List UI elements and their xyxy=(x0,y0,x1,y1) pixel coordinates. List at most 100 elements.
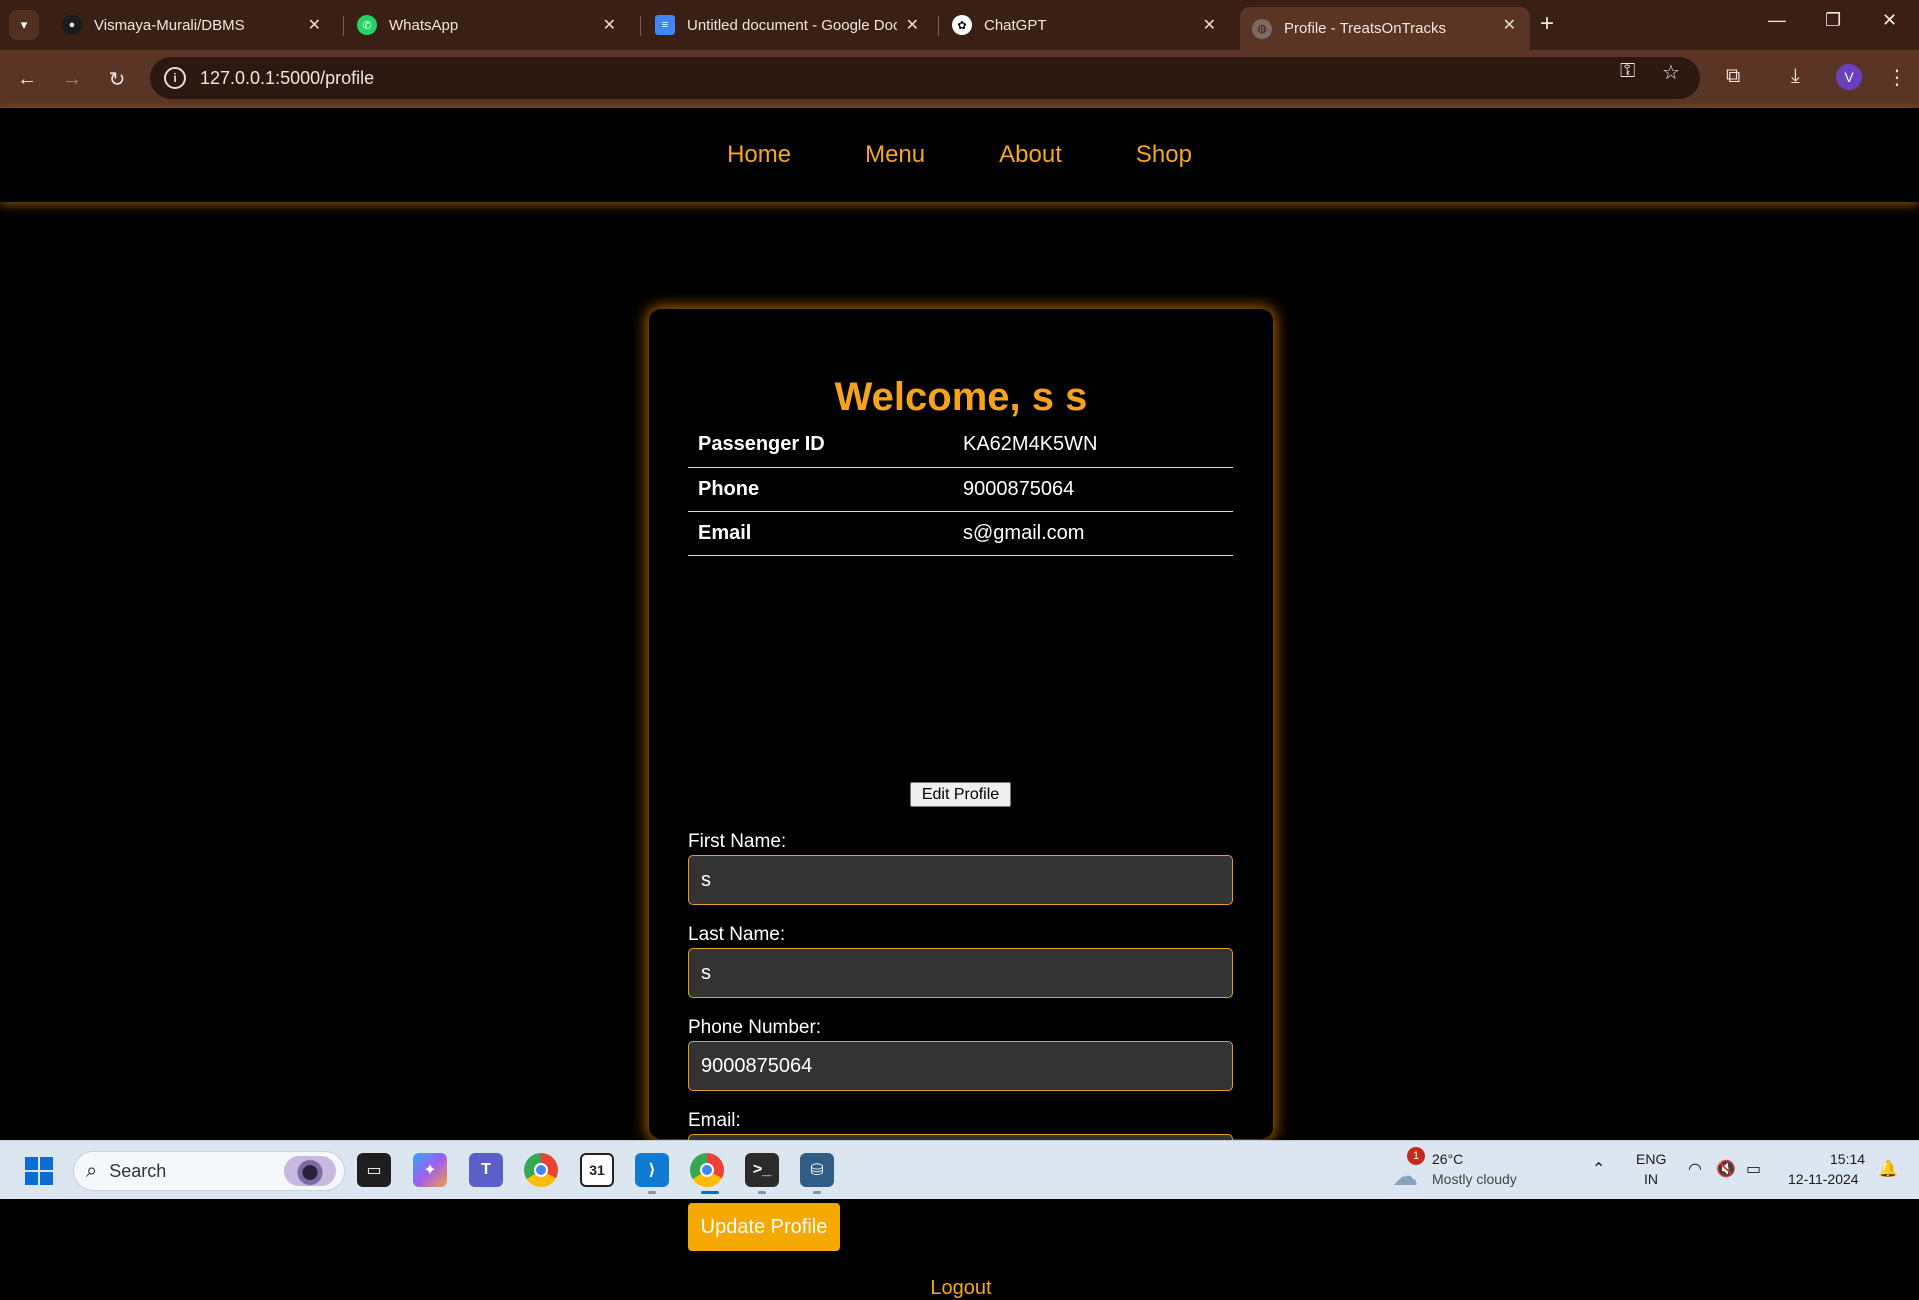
forward-arrow-icon[interactable]: → xyxy=(57,64,87,94)
chevron-up-icon[interactable]: ⌃ xyxy=(1592,1159,1605,1179)
terminal-icon[interactable]: >_ xyxy=(745,1153,779,1187)
running-indicator xyxy=(758,1191,766,1194)
info-label: Passenger ID xyxy=(688,423,953,468)
nav-about-link[interactable]: About xyxy=(999,141,1062,169)
clock-date[interactable]: 12-11-2024 xyxy=(1788,1171,1859,1187)
logout-link[interactable]: Logout xyxy=(649,1277,1273,1300)
profile-card: Welcome, s s Passenger ID KA62M4K5WN Pho… xyxy=(649,309,1273,1299)
tab-whatsapp[interactable]: ✆ WhatsApp ✕ xyxy=(345,7,630,43)
table-row: Email s@gmail.com xyxy=(688,511,1233,556)
update-profile-button[interactable]: Update Profile xyxy=(688,1203,840,1251)
tab-title: Vismaya-Murali/DBMS xyxy=(94,16,245,34)
search-placeholder: Search xyxy=(109,1160,167,1181)
tab-title: WhatsApp xyxy=(389,16,459,34)
last-name-field[interactable] xyxy=(688,948,1233,998)
restore-icon[interactable]: ❐ xyxy=(1825,10,1841,31)
tab-title: Untitled document - Google Docs xyxy=(687,16,897,34)
info-label: Email xyxy=(688,511,953,556)
taskbar-search-box[interactable]: ⌕ Search xyxy=(73,1151,345,1191)
tab-github[interactable]: ● Vismaya-Murali/DBMS ✕ xyxy=(50,7,335,43)
download-icon[interactable]: ⤓ xyxy=(1791,65,1800,88)
table-row: Passenger ID KA62M4K5WN xyxy=(688,423,1233,468)
language-primary[interactable]: ENG xyxy=(1636,1151,1666,1167)
task-view-icon[interactable]: ▭ xyxy=(357,1153,391,1187)
whatsapp-icon: ✆ xyxy=(357,15,377,35)
weather-temp[interactable]: 26°C xyxy=(1432,1151,1463,1167)
active-indicator xyxy=(701,1191,719,1194)
last-name-label: Last Name: xyxy=(688,924,786,945)
email-label: Email: xyxy=(688,1110,741,1131)
table-row: Phone 9000875064 xyxy=(688,467,1233,512)
language-secondary[interactable]: IN xyxy=(1644,1171,1658,1187)
copilot-icon[interactable]: ✦ xyxy=(413,1153,447,1187)
profile-info-table: Passenger ID KA62M4K5WN Phone 9000875064… xyxy=(688,423,1233,556)
weather-cloud-icon[interactable]: ☁ xyxy=(1392,1161,1418,1192)
google-docs-icon: ≡ xyxy=(655,15,675,35)
close-icon[interactable]: ✕ xyxy=(603,15,616,35)
star-icon[interactable]: ☆ xyxy=(1662,60,1680,85)
site-info-icon[interactable]: i xyxy=(164,67,186,89)
teams-icon[interactable]: T xyxy=(469,1153,503,1187)
weather-badge: 1 xyxy=(1407,1147,1425,1165)
weather-desc[interactable]: Mostly cloudy xyxy=(1432,1171,1517,1187)
tab-chatgpt[interactable]: ✿ ChatGPT ✕ xyxy=(940,7,1230,43)
taskbar: ⌕ Search ▭ ✦ T 31 ⟩ >_ ⛁ ☁ 1 26°C Mostly… xyxy=(0,1140,1919,1199)
info-value: KA62M4K5WN xyxy=(953,423,1233,468)
tab-divider xyxy=(640,16,641,36)
search-highlight-icon xyxy=(284,1156,336,1186)
calendar-icon[interactable]: 31 xyxy=(580,1153,614,1187)
vscode-icon[interactable]: ⟩ xyxy=(635,1153,669,1187)
close-icon[interactable]: ✕ xyxy=(308,15,321,35)
wifi-icon[interactable]: ◠ xyxy=(1688,1159,1702,1179)
back-arrow-icon[interactable]: ← xyxy=(12,64,42,94)
chrome-profile-icon[interactable] xyxy=(690,1153,724,1187)
minimize-icon[interactable]: — xyxy=(1768,10,1786,31)
address-bar[interactable]: i 127.0.0.1:5000/profile xyxy=(150,57,1700,99)
close-icon[interactable]: ✕ xyxy=(906,15,919,35)
browser-toolbar: ← → ↻ i 127.0.0.1:5000/profile ⚿ ☆ ⧉ ⤓ V… xyxy=(0,50,1919,108)
menu-kebab-icon[interactable]: ⋮ xyxy=(1887,65,1907,90)
tab-title: ChatGPT xyxy=(984,16,1047,34)
first-name-field[interactable] xyxy=(688,855,1233,905)
key-icon[interactable]: ⚿ xyxy=(1620,60,1635,83)
info-value: 9000875064 xyxy=(953,467,1233,512)
tab-profile[interactable]: ◍ Profile - TreatsOnTracks ✕ xyxy=(1240,7,1530,50)
clock-time[interactable]: 15:14 xyxy=(1830,1151,1865,1167)
phone-label: Phone Number: xyxy=(688,1017,822,1038)
tab-title: Profile - TreatsOnTracks xyxy=(1284,20,1446,37)
tab-divider xyxy=(343,16,344,36)
globe-icon: ◍ xyxy=(1252,18,1272,39)
search-icon: ⌕ xyxy=(86,1159,98,1182)
running-indicator xyxy=(813,1191,821,1194)
battery-icon[interactable]: ▭ xyxy=(1746,1159,1761,1179)
nav-shop-link[interactable]: Shop xyxy=(1136,141,1192,169)
github-icon: ● xyxy=(62,15,82,35)
info-label: Phone xyxy=(688,467,953,512)
chatgpt-icon: ✿ xyxy=(952,15,972,35)
nav-menu-link[interactable]: Menu xyxy=(865,141,925,169)
speaker-muted-icon[interactable]: 🔇 xyxy=(1716,1159,1736,1179)
first-name-label: First Name: xyxy=(688,831,787,852)
close-window-icon[interactable]: ✕ xyxy=(1882,10,1897,31)
tab-search-button[interactable]: ▾ xyxy=(9,10,39,40)
extensions-icon[interactable]: ⧉ xyxy=(1726,65,1740,88)
notification-bell-icon[interactable]: 🔔 xyxy=(1878,1159,1898,1179)
running-indicator xyxy=(648,1191,656,1194)
tab-google-docs[interactable]: ≡ Untitled document - Google Docs ✕ xyxy=(643,7,933,43)
nav-home-link[interactable]: Home xyxy=(727,141,791,169)
phone-field[interactable] xyxy=(688,1041,1233,1091)
browser-tab-bar: ▾ ● Vismaya-Murali/DBMS ✕ ✆ WhatsApp ✕ ≡… xyxy=(0,0,1919,50)
url-text[interactable]: 127.0.0.1:5000/profile xyxy=(200,68,374,89)
close-icon[interactable]: ✕ xyxy=(1503,15,1516,35)
edit-profile-button[interactable]: Edit Profile xyxy=(910,782,1011,807)
close-icon[interactable]: ✕ xyxy=(1203,15,1216,35)
profile-avatar[interactable]: V xyxy=(1836,64,1862,90)
chrome-icon[interactable] xyxy=(524,1153,558,1187)
mysql-workbench-icon[interactable]: ⛁ xyxy=(800,1153,834,1187)
info-value: s@gmail.com xyxy=(953,511,1233,556)
site-nav: Home Menu About Shop xyxy=(0,108,1919,202)
new-tab-button[interactable]: + xyxy=(1540,12,1554,36)
reload-icon[interactable]: ↻ xyxy=(102,64,132,94)
windows-start-icon[interactable] xyxy=(25,1157,53,1185)
welcome-heading: Welcome, s s xyxy=(834,375,1088,419)
